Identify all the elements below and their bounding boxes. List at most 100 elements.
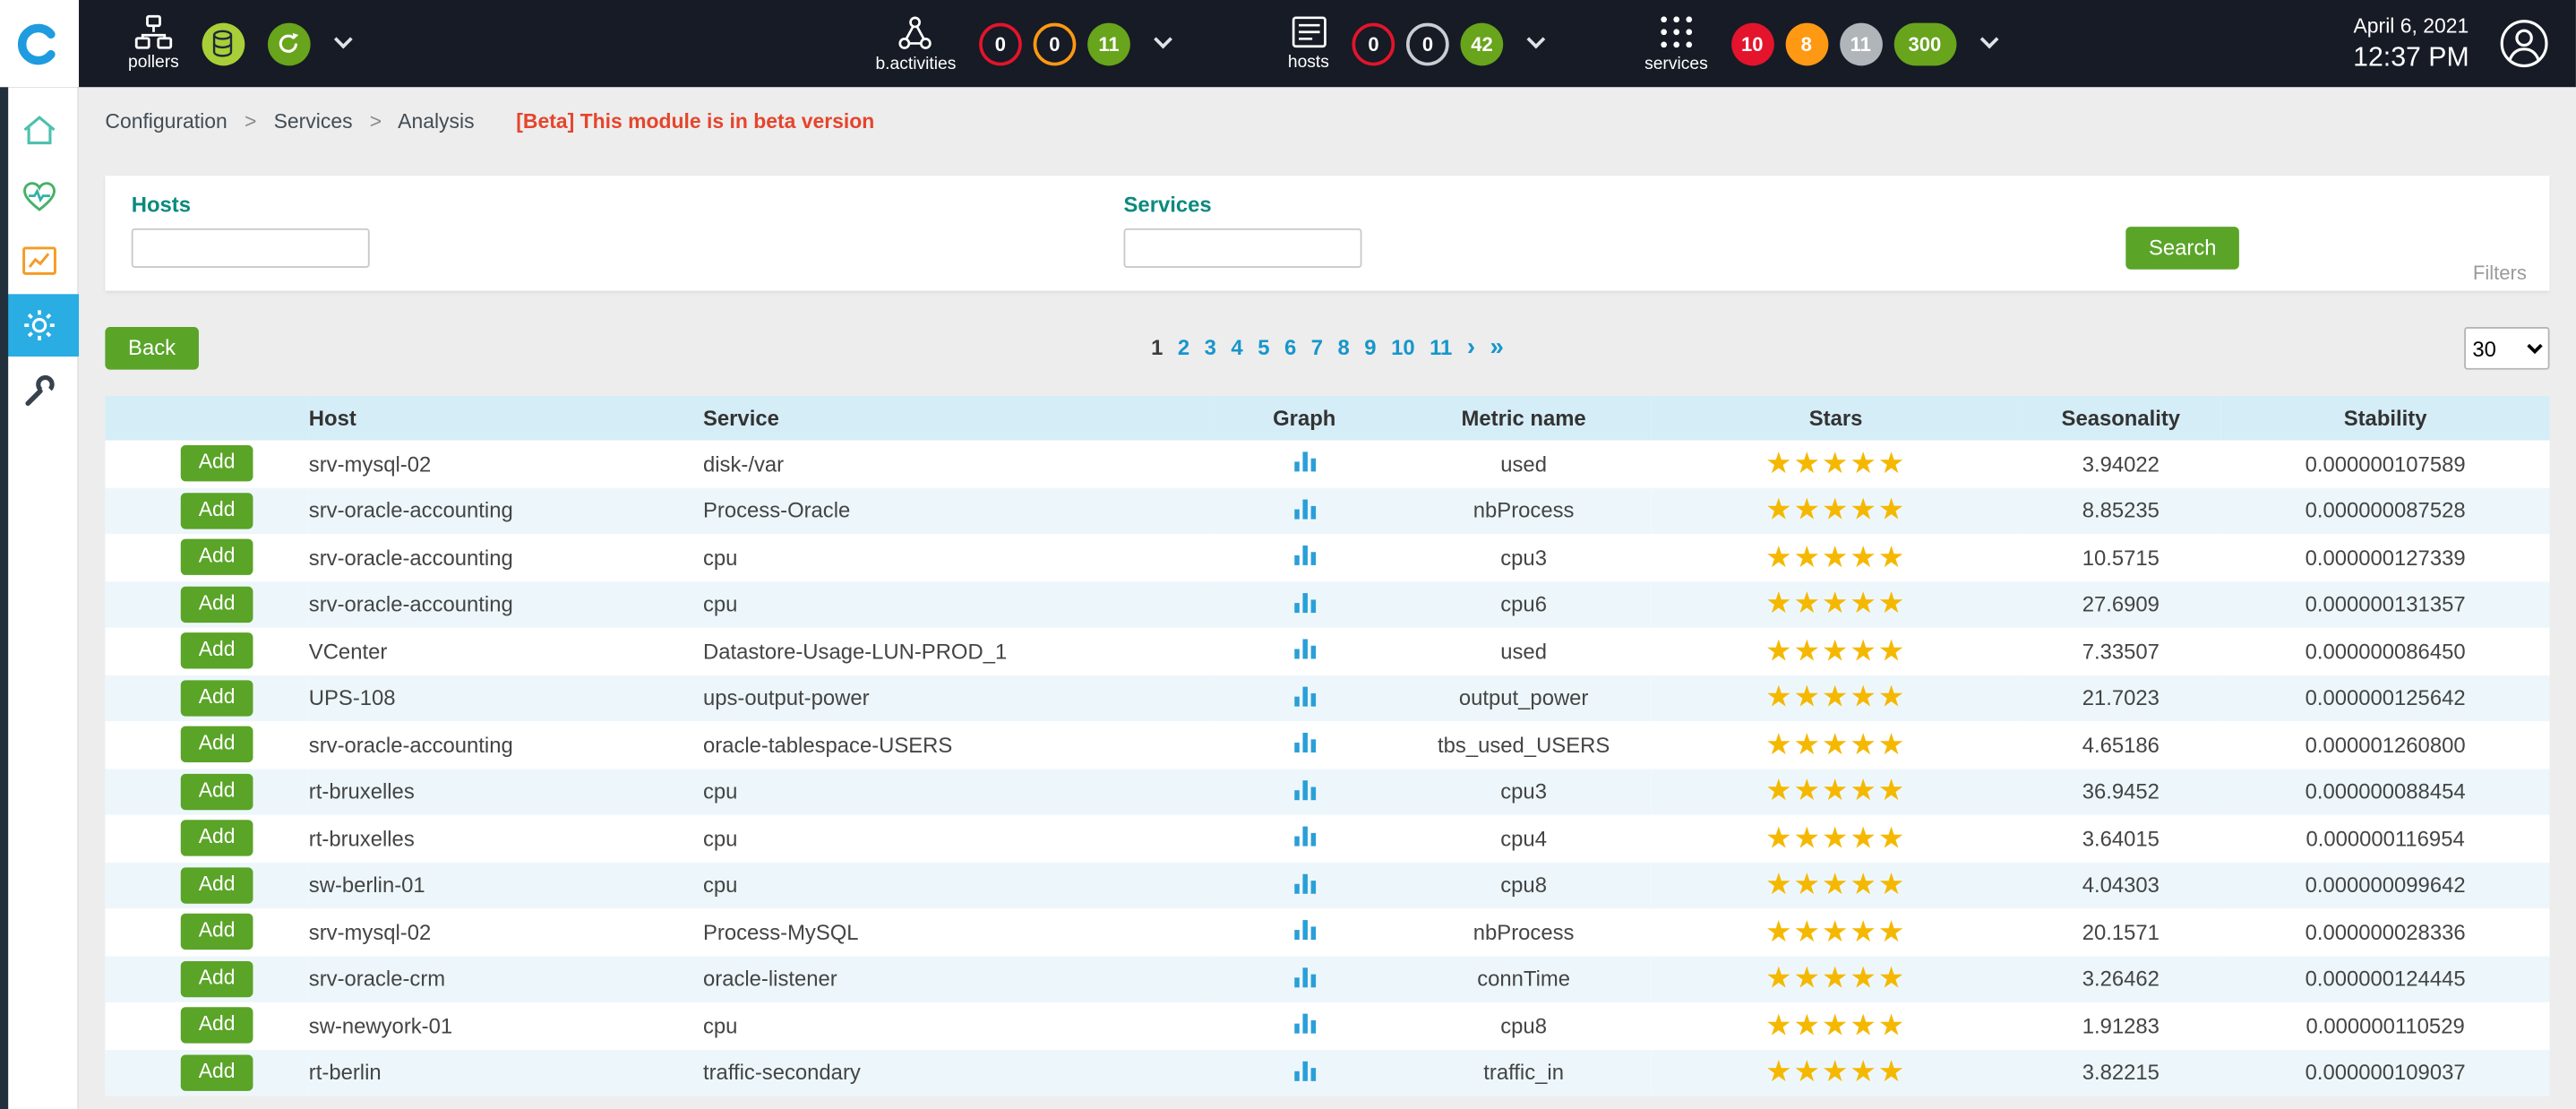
hosts-filter-input[interactable]: [132, 228, 370, 268]
breadcrumb-separator: >: [245, 110, 256, 133]
topbar-hosts[interactable]: hosts 0 0 42: [1288, 15, 1542, 72]
page-5[interactable]: 5: [1258, 335, 1269, 360]
graph-icon[interactable]: [1292, 778, 1318, 800]
graph-icon[interactable]: [1292, 825, 1318, 847]
stability-cell: 0.000000028336: [2221, 908, 2550, 955]
header-stability: Stability: [2221, 396, 2550, 441]
poller-status-icon[interactable]: [268, 22, 311, 65]
bam-warning-badge[interactable]: 0: [1034, 22, 1077, 65]
page-size-select[interactable]: 30: [2464, 327, 2549, 370]
graph-icon[interactable]: [1292, 684, 1318, 706]
chevron-down-icon[interactable]: [1527, 30, 1546, 49]
page-9[interactable]: 9: [1364, 335, 1376, 360]
clock: April 6, 2021 12:37 PM: [2353, 14, 2469, 73]
stability-cell: 0.000000127339: [2221, 534, 2550, 580]
breadcrumb-services[interactable]: Services: [274, 110, 353, 133]
add-button[interactable]: Add: [181, 1008, 253, 1044]
add-button[interactable]: Add: [181, 915, 253, 950]
stability-cell: 0.000000086450: [2221, 628, 2550, 675]
stars: ★★★★★: [1651, 721, 2021, 768]
table-row: Add srv-oracle-accounting oracle-tablesp…: [105, 721, 2549, 768]
page-10[interactable]: 10: [1391, 335, 1415, 360]
add-button[interactable]: Add: [181, 867, 253, 903]
add-button[interactable]: Add: [181, 446, 253, 482]
services-label: services: [1644, 56, 1708, 73]
sidebar-item-administration[interactable]: [0, 357, 79, 422]
graph-icon[interactable]: [1292, 638, 1318, 659]
bam-icon: [897, 14, 933, 50]
graph-icon[interactable]: [1292, 591, 1318, 613]
graph-icon[interactable]: [1292, 1012, 1318, 1034]
hosts-unreachable-badge[interactable]: 0: [1406, 22, 1449, 65]
page-8[interactable]: 8: [1338, 335, 1350, 360]
page-3[interactable]: 3: [1205, 335, 1216, 360]
sidebar-edge: [0, 87, 8, 1109]
database-status-icon[interactable]: [202, 22, 245, 65]
graph-icon[interactable]: [1292, 919, 1318, 941]
graph-icon[interactable]: [1292, 497, 1318, 519]
stability-cell: 0.000000110529: [2221, 1002, 2550, 1049]
add-button[interactable]: Add: [181, 726, 253, 762]
back-button[interactable]: Back: [105, 327, 198, 370]
page-7[interactable]: 7: [1311, 335, 1323, 360]
add-button[interactable]: Add: [181, 539, 253, 575]
graph-icon[interactable]: [1292, 1060, 1318, 1081]
user-profile-icon[interactable]: [2499, 18, 2550, 69]
pollers-icon: [134, 15, 172, 50]
page-11[interactable]: 11: [1430, 335, 1452, 360]
chevron-down-icon[interactable]: [1154, 30, 1172, 49]
add-button[interactable]: Add: [181, 633, 253, 669]
services-critical-badge[interactable]: 10: [1730, 22, 1773, 65]
bam-ok-badge[interactable]: 11: [1087, 22, 1130, 65]
topbar-pollers[interactable]: pollers: [128, 15, 349, 72]
add-button[interactable]: Add: [181, 1054, 253, 1090]
service-cell: Process-Oracle: [703, 487, 1213, 534]
header-seasonality: Seasonality: [2021, 396, 2221, 441]
pollers-label: pollers: [128, 55, 179, 72]
add-button[interactable]: Add: [181, 961, 253, 997]
add-button[interactable]: Add: [181, 821, 253, 856]
services-filter-label: Services: [1124, 193, 1362, 218]
page-4[interactable]: 4: [1231, 335, 1242, 360]
filters-toggle[interactable]: Filters: [2473, 262, 2527, 285]
chevron-down-icon[interactable]: [334, 30, 353, 49]
graph-icon[interactable]: [1292, 966, 1318, 987]
hosts-up-badge[interactable]: 42: [1461, 22, 1504, 65]
seasonality-cell: 36.9452: [2021, 768, 2221, 814]
page-2[interactable]: 2: [1178, 335, 1189, 360]
graph-icon[interactable]: [1292, 872, 1318, 893]
graph-icon[interactable]: [1292, 545, 1318, 566]
topbar-business-activities[interactable]: b.activities 0 0 11: [875, 14, 1169, 73]
add-button[interactable]: Add: [181, 774, 253, 810]
services-warning-badge[interactable]: 8: [1785, 22, 1828, 65]
graph-icon[interactable]: [1292, 732, 1318, 753]
table-header-row: Host Service Graph Metric name Stars Sea…: [105, 396, 2549, 441]
topbar-services[interactable]: services 10 8 11 300: [1644, 13, 1996, 73]
graph-icon[interactable]: [1292, 451, 1318, 472]
add-button[interactable]: Add: [181, 493, 253, 529]
next-page-button[interactable]: ›: [1467, 335, 1475, 360]
breadcrumb-configuration[interactable]: Configuration: [105, 110, 227, 133]
table-row: Add srv-mysql-02 disk-/var used ★★★★★ 3.…: [105, 441, 2549, 487]
services-filter-input[interactable]: [1124, 228, 1362, 268]
sidebar-item-reporting[interactable]: [0, 228, 79, 294]
main-content: Configuration > Services > Analysis [Bet…: [79, 87, 2576, 1109]
stability-cell: 0.000000124445: [2221, 956, 2550, 1002]
chevron-down-icon[interactable]: [1979, 30, 1998, 49]
add-button[interactable]: Add: [181, 680, 253, 716]
search-button[interactable]: Search: [2125, 227, 2239, 270]
page-6[interactable]: 6: [1284, 335, 1296, 360]
last-page-button[interactable]: »: [1490, 335, 1504, 360]
add-button[interactable]: Add: [181, 587, 253, 623]
bam-critical-badge[interactable]: 0: [979, 22, 1022, 65]
centreon-logo[interactable]: [0, 0, 79, 87]
sidebar-item-home[interactable]: [0, 97, 79, 162]
sidebar-item-monitoring[interactable]: [0, 163, 79, 228]
hosts-down-badge[interactable]: 0: [1352, 22, 1395, 65]
analysis-table: Host Service Graph Metric name Stars Sea…: [105, 396, 2549, 1096]
sidebar-item-configuration[interactable]: [0, 294, 79, 357]
services-unknown-badge[interactable]: 11: [1839, 22, 1882, 65]
page-1[interactable]: 1: [1151, 335, 1163, 360]
services-ok-badge[interactable]: 300: [1893, 22, 1956, 65]
seasonality-cell: 8.85235: [2021, 487, 2221, 534]
